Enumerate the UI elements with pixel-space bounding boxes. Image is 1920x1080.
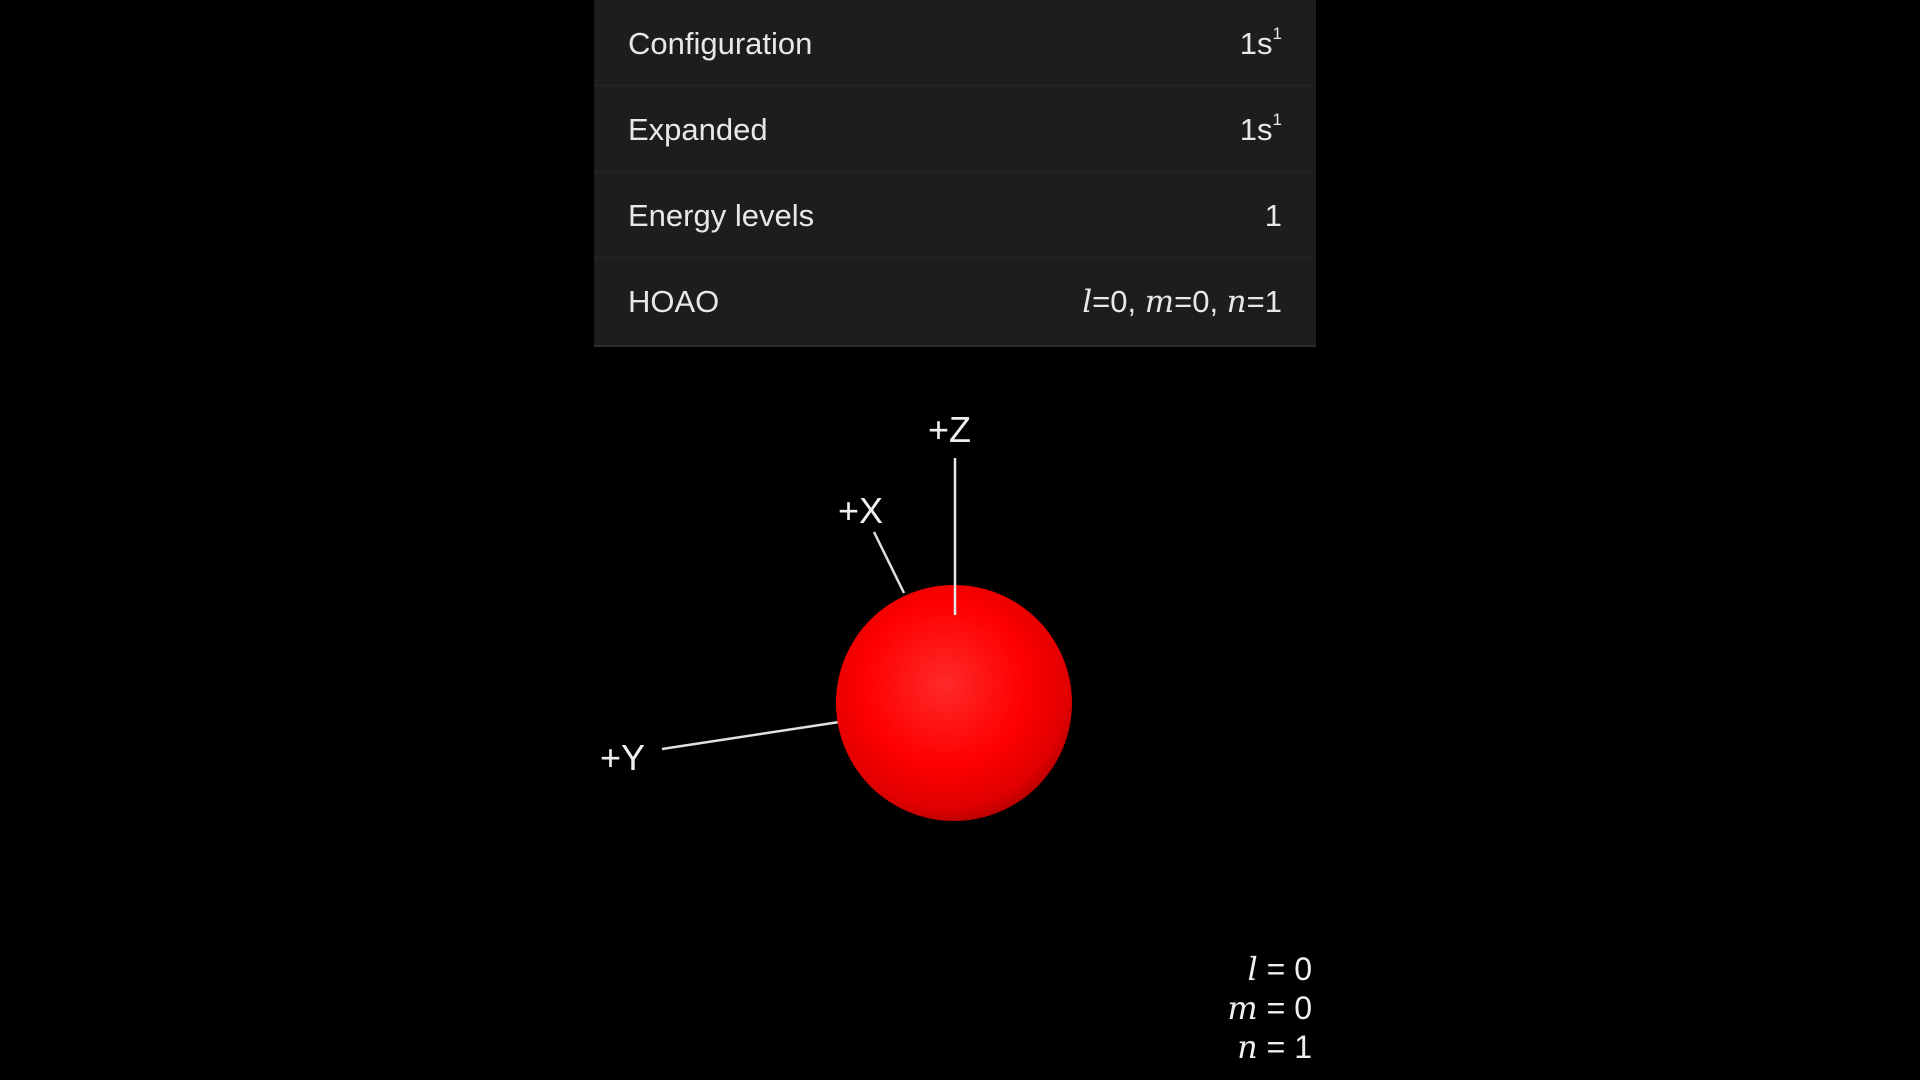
expanded-value: 1s1 — [1239, 110, 1282, 148]
info-row-energy-levels: Energy levels 1 — [594, 172, 1316, 258]
configuration-value: 1s1 — [1239, 24, 1282, 62]
z-axis-label: +Z — [928, 409, 971, 450]
configuration-value-superscript: 1 — [1272, 24, 1282, 43]
l-value: = 0 — [1257, 951, 1312, 987]
y-axis-label: +Y — [600, 737, 645, 778]
y-axis-line — [661, 719, 847, 751]
expanded-value-superscript: 1 — [1272, 110, 1282, 129]
energy-levels-value: 1 — [1264, 198, 1282, 233]
l-symbol: l — [1247, 950, 1258, 988]
configuration-value-base: 1s — [1239, 26, 1273, 61]
info-row-configuration: Configuration 1s1 — [594, 0, 1316, 86]
hoao-n-symbol: n — [1226, 284, 1247, 320]
hoao-value: l=0, m=0, n=1 — [1082, 284, 1282, 320]
x-axis-label: +X — [838, 490, 883, 531]
expanded-label: Expanded — [628, 112, 768, 147]
hoao-l-symbol: l — [1082, 284, 1093, 320]
orbital-1s-sphere[interactable] — [836, 585, 1072, 821]
info-row-hoao: HOAO l=0, m=0, n=1 — [594, 258, 1316, 344]
hoao-m-value: =0, — [1174, 284, 1227, 319]
quantum-number-n: n = 1 — [1227, 1028, 1312, 1067]
n-value: = 1 — [1257, 1029, 1312, 1065]
element-info-panel: Configuration 1s1 Expanded 1s1 Energy le… — [594, 0, 1316, 347]
configuration-label: Configuration — [628, 26, 813, 61]
m-value: = 0 — [1257, 990, 1312, 1026]
quantum-number-l: l = 0 — [1227, 950, 1313, 989]
hoao-l-value: =0, — [1092, 284, 1145, 319]
hoao-n-value: =1 — [1246, 284, 1282, 319]
m-symbol: m — [1227, 989, 1258, 1027]
hoao-label: HOAO — [628, 284, 720, 319]
hoao-m-symbol: m — [1144, 284, 1175, 320]
x-axis-line — [872, 531, 906, 594]
n-symbol: n — [1237, 1028, 1258, 1066]
info-row-expanded: Expanded 1s1 — [594, 86, 1316, 172]
orbital-scene[interactable]: +Z +X +Y — [0, 347, 1920, 1080]
quantum-numbers-readout: l = 0 m = 0 n = 1 — [1227, 950, 1312, 1067]
quantum-number-m: m = 0 — [1227, 989, 1312, 1028]
energy-levels-label: Energy levels — [628, 198, 815, 233]
orbital-viewer: Configuration 1s1 Expanded 1s1 Energy le… — [0, 0, 1920, 1080]
expanded-value-base: 1s — [1239, 112, 1273, 147]
orbital-3d-viewport[interactable]: +Z +X +Y — [0, 347, 1920, 1080]
